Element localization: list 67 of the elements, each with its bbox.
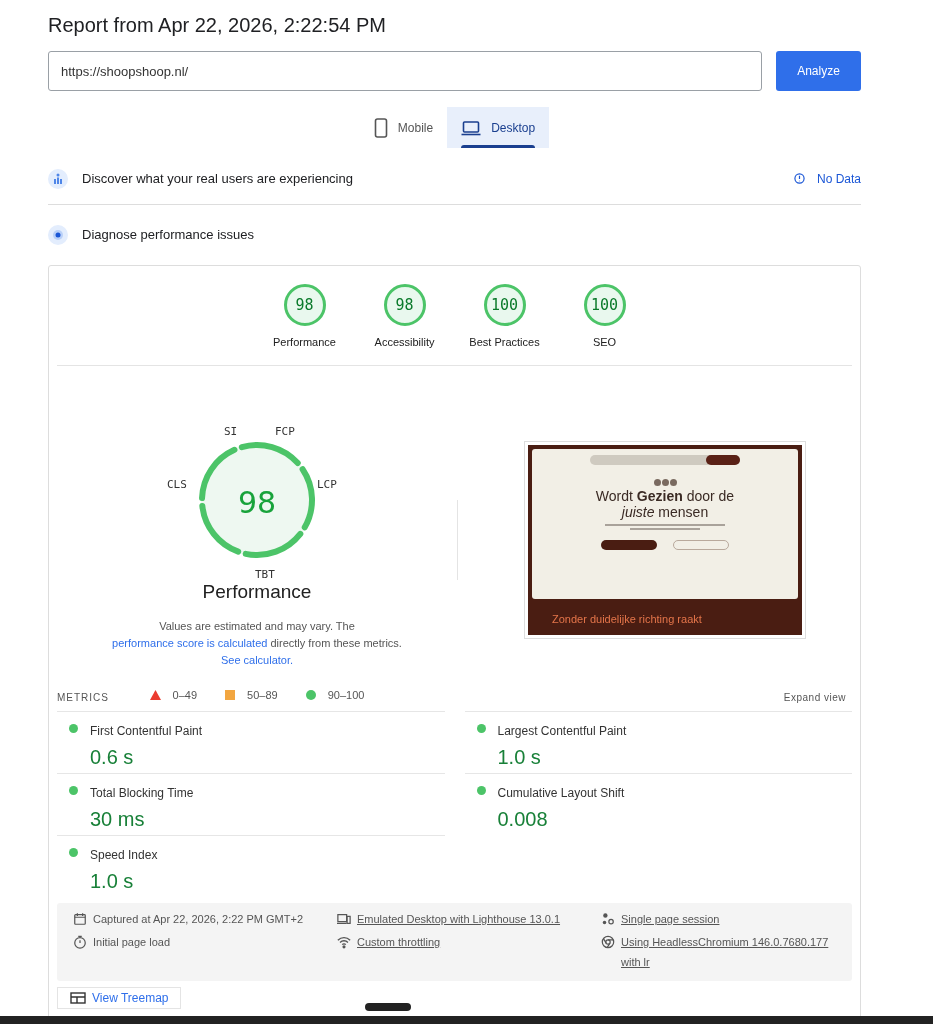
category-label: Accessibility	[374, 335, 435, 350]
phone-icon	[373, 117, 388, 138]
score-gauge[interactable]: 100	[583, 284, 626, 326]
target-icon	[48, 225, 68, 245]
legend-label: 0–49	[172, 688, 198, 703]
score-value: 100	[590, 294, 619, 316]
metric-name: Largest Contentful Paint	[497, 722, 627, 740]
score-note: Values are estimated and may vary. The performance score is calculated directly from these metrics. See calculator.	[111, 619, 403, 668]
analyze-button[interactable]: Analyze	[776, 51, 861, 91]
metric-value: 0.6 s	[90, 744, 135, 770]
score-link[interactable]: performance score is calculated	[112, 637, 268, 649]
dots-icon	[601, 911, 615, 926]
expand-view-link[interactable]: Expand view	[783, 689, 846, 705]
browser-icon	[601, 934, 615, 949]
score-value: 98	[236, 483, 278, 522]
legend-label: 50–89	[247, 688, 278, 703]
metrics-heading: METRICS	[57, 690, 109, 705]
device-tab[interactable]: Mobile	[359, 107, 448, 148]
section-heading: Zonder duidelijke richting raakt	[552, 611, 703, 627]
metric-value: 1.0 s	[90, 868, 135, 894]
devices-icon	[337, 911, 351, 926]
info-link[interactable]: Using HeadlessChromium 146.0.7680.177 with lr	[621, 931, 836, 972]
metric-abbreviation: FCP	[275, 423, 295, 440]
legend-label: 90–100	[327, 688, 365, 703]
treemap-icon	[70, 991, 86, 1004]
score-value: 98	[395, 294, 414, 316]
metric-value: 30 ms	[90, 806, 146, 832]
info-link[interactable]: Custom throttling	[357, 931, 441, 952]
info-link[interactable]: Single page session	[621, 908, 720, 929]
calendar-icon	[73, 911, 87, 926]
score-gauge[interactable]: 98	[283, 284, 326, 326]
category-label: SEO	[592, 335, 617, 350]
score-gauge[interactable]: 100	[483, 284, 526, 326]
score-value: 98	[295, 294, 314, 316]
category-label: Best Practices	[469, 335, 540, 350]
section-title: Discover what your real users are experiencing	[82, 169, 353, 188]
metric-abbreviation: CLS	[167, 476, 187, 493]
section-title: Diagnose performance issues	[82, 226, 254, 245]
wifi-icon	[337, 934, 351, 949]
metric-name: Speed Index	[90, 846, 158, 864]
metric-value: 1.0 s	[497, 744, 542, 770]
metric-abbreviation: LCP	[317, 476, 337, 493]
avatar-group	[653, 478, 677, 486]
info-text: Captured at Apr 22, 2026, 2:22 PM GMT+2	[93, 911, 304, 927]
metric-abbreviation: SI	[224, 423, 238, 440]
stopwatch-icon	[73, 934, 87, 949]
metric-name: Cumulative Layout Shift	[497, 784, 625, 802]
metric-name: Total Blocking Time	[90, 784, 194, 802]
primary-cta	[601, 539, 657, 550]
score-gauge[interactable]: 98	[383, 284, 426, 326]
users-chart-icon	[48, 168, 68, 189]
calculator-link[interactable]: See calculator.	[220, 654, 294, 666]
device-tab[interactable]: Desktop	[447, 107, 550, 148]
laptop-icon	[461, 119, 482, 136]
view-treemap-button[interactable]: View Treemap	[57, 986, 182, 1009]
hero-headline: Wordt Gezien door de juiste mensen	[595, 487, 735, 520]
score-value: 100	[490, 294, 519, 316]
category-label: Performance	[273, 335, 336, 350]
scroll-handle	[365, 1003, 411, 1011]
info-icon	[793, 173, 805, 184]
metric-value: 0.008	[497, 806, 549, 832]
info-link[interactable]: Emulated Desktop with Lighthouse 13.0.1	[357, 908, 561, 929]
url-field[interactable]: https://shoopshoop.nl/	[48, 51, 762, 91]
report-title: Report from Apr 22, 2026, 2:22:54 PM	[48, 13, 387, 38]
metric-name: First Contentful Paint	[90, 722, 203, 740]
info-text: Initial page load	[93, 934, 171, 950]
status-text: No Data	[816, 170, 861, 188]
